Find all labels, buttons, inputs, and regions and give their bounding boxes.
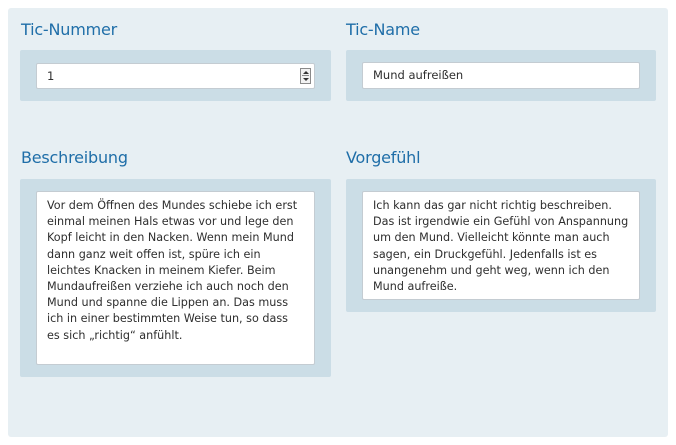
tic-name-input[interactable]: Mund aufreißen [362, 62, 640, 89]
beschreibung-container: Vor dem Öffnen des Mundes schiebe ich er… [20, 179, 331, 377]
tic-nummer-container: 1 [20, 50, 331, 101]
tic-name-value: Mund aufreißen [373, 68, 464, 82]
vorgefuehl-textarea[interactable]: Ich kann das gar nicht richtig beschreib… [362, 191, 640, 300]
tic-nummer-input[interactable]: 1 [36, 63, 315, 89]
vorgefuehl-container: Ich kann das gar nicht richtig beschreib… [346, 179, 656, 312]
beschreibung-label: Beschreibung [21, 148, 128, 167]
tic-name-label: Tic-Name [346, 20, 420, 39]
tic-nummer-label: Tic-Nummer [21, 20, 118, 39]
beschreibung-textarea[interactable]: Vor dem Öffnen des Mundes schiebe ich er… [36, 191, 315, 365]
tic-name-container: Mund aufreißen [346, 50, 656, 101]
tic-nummer-value: 1 [47, 69, 55, 83]
form-panel: Tic-Nummer 1 Tic-Name Mund aufreißen Bes… [8, 8, 668, 437]
arrow-up-icon[interactable] [302, 69, 309, 76]
arrow-down-icon[interactable] [302, 76, 309, 82]
vorgefuehl-label: Vorgefühl [346, 148, 421, 167]
number-spinner[interactable] [300, 68, 311, 84]
